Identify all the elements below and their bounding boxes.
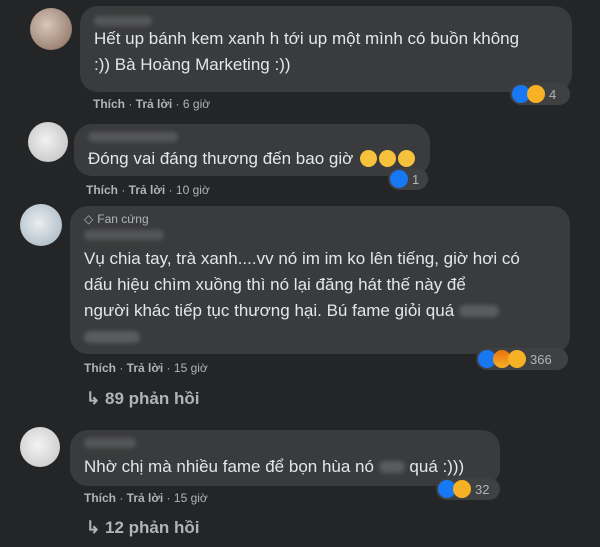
- comment-text-line: Vụ chia tay, trà xanh....vv nó im im ko …: [84, 249, 520, 268]
- commenter-name[interactable]: [88, 132, 178, 142]
- timestamp[interactable]: 10 giờ: [176, 183, 210, 197]
- comment-actions: Thích · Trả lời · 15 giờ: [84, 361, 208, 375]
- comment-bubble: Nhờ chị mà nhiều fame để bọn hùa nó quá …: [70, 430, 500, 486]
- timestamp[interactable]: 15 giờ: [174, 361, 208, 375]
- badge-label: Fan cứng: [97, 212, 149, 226]
- reaction-count: 32: [475, 481, 490, 497]
- commenter-name[interactable]: [84, 438, 136, 448]
- view-replies-link[interactable]: ↳ 89 phản hồi: [86, 389, 199, 409]
- like-link[interactable]: Thích: [86, 183, 118, 197]
- comment-bubble: ◇ Fan cứng Vụ chia tay, trà xanh....vv n…: [70, 206, 570, 354]
- timestamp[interactable]: 6 giờ: [183, 97, 210, 111]
- comment-text-line: :)) Bà Hoàng Marketing :)): [94, 55, 291, 74]
- comment-text: Đóng vai đáng thương đến bao giờ: [88, 149, 354, 168]
- comment-text-line: Hết up bánh kem xanh h tới up một mình c…: [94, 29, 520, 48]
- reaction-count: 366: [530, 351, 552, 367]
- reaction-summary[interactable]: 4: [510, 83, 570, 105]
- reaction-summary[interactable]: 366: [476, 348, 568, 370]
- comment-bubble: Đóng vai đáng thương đến bao giờ: [74, 124, 430, 176]
- comment-text-line: [84, 324, 556, 350]
- comment-text-line: Đóng vai đáng thương đến bao giờ: [88, 146, 416, 172]
- reply-arrow-icon: ↳: [86, 389, 101, 408]
- reply-link[interactable]: Trả lời: [136, 97, 173, 111]
- commenter-name[interactable]: [84, 230, 164, 240]
- reaction-summary[interactable]: 1: [388, 168, 428, 190]
- smile-emoji-icon: [360, 150, 377, 167]
- comment-text-line: người khác tiếp tục thương hại. Bú fame …: [84, 298, 556, 324]
- comment-actions: Thích · Trả lời · 15 giờ: [84, 491, 208, 505]
- reply-link[interactable]: Trả lời: [129, 183, 166, 197]
- comment-text: quá :))): [409, 457, 465, 476]
- sad-icon: [527, 85, 545, 103]
- smile-emoji-icon: [398, 150, 415, 167]
- blurred-text: [378, 461, 405, 473]
- reaction-count: 1: [412, 171, 420, 187]
- avatar[interactable]: [30, 8, 72, 50]
- reply-link[interactable]: Trả lời: [127, 491, 164, 505]
- timestamp[interactable]: 15 giờ: [174, 491, 208, 505]
- reply-link[interactable]: Trả lời: [127, 361, 164, 375]
- comment-text: người khác tiếp tục thương hại. Bú fame …: [84, 301, 455, 320]
- comment-text-line: Nhờ chị mà nhiều fame để bọn hùa nó quá …: [84, 454, 486, 480]
- replies-count: 89 phản hồi: [104, 389, 200, 408]
- commenter-name[interactable]: [94, 16, 152, 26]
- blurred-text: [84, 331, 140, 343]
- view-replies-link[interactable]: ↳ 12 phản hồi: [86, 518, 199, 538]
- fan-badge: ◇ Fan cứng: [84, 212, 556, 226]
- comment-actions: Thích · Trả lời · 10 giờ: [86, 183, 210, 197]
- like-link[interactable]: Thích: [84, 361, 116, 375]
- replies-count: 12 phản hồi: [104, 518, 200, 537]
- smile-emoji-icon: [379, 150, 396, 167]
- diamond-icon: ◇: [84, 212, 94, 226]
- reply-arrow-icon: ↳: [86, 518, 101, 537]
- reaction-summary[interactable]: 32: [436, 478, 500, 500]
- avatar[interactable]: [28, 122, 68, 162]
- avatar[interactable]: [20, 427, 60, 467]
- like-link[interactable]: Thích: [93, 97, 125, 111]
- comment-bubble: Hết up bánh kem xanh h tới up một mình c…: [80, 6, 572, 92]
- haha-icon: [508, 350, 526, 368]
- comment-text: Nhờ chị mà nhiều fame để bọn hùa nó: [84, 457, 374, 476]
- comment-actions: Thích · Trả lời · 6 giờ: [93, 97, 211, 111]
- like-icon: [390, 170, 408, 188]
- reaction-count: 4: [549, 86, 557, 102]
- blurred-text: [458, 305, 499, 317]
- haha-icon: [453, 480, 471, 498]
- like-link[interactable]: Thích: [84, 491, 116, 505]
- avatar[interactable]: [20, 204, 62, 246]
- comment-text-line: dấu hiệu chìm xuồng thì nó lại đăng hát …: [84, 275, 466, 294]
